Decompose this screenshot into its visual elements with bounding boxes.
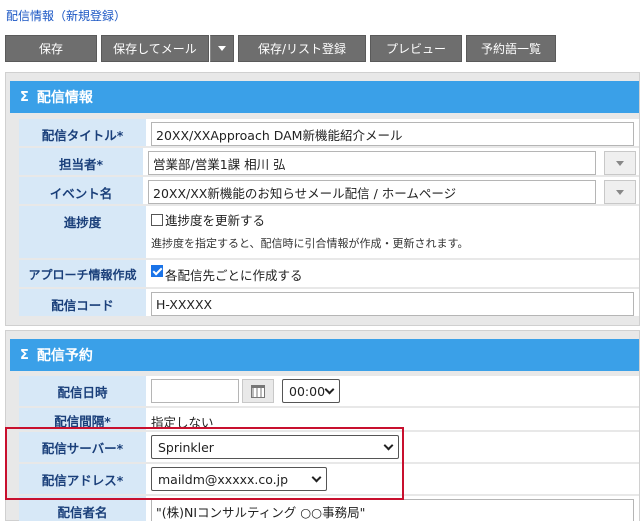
- delivery-info-title: 配信情報: [36, 90, 93, 106]
- highlight-frame: [5, 427, 404, 500]
- save-mail-dropdown-button[interactable]: [210, 35, 234, 62]
- preview-button[interactable]: プレビュー: [370, 35, 462, 62]
- reserved-words-button[interactable]: 予約語一覧: [466, 35, 556, 62]
- chevron-down-icon: [616, 189, 624, 195]
- date-input[interactable]: [151, 379, 239, 403]
- title-label: 配信タイトル*: [19, 119, 148, 146]
- save-list-button[interactable]: 保存/リスト登録: [238, 35, 366, 62]
- approach-checkbox-label: 各配信先ごとに作成する: [165, 268, 303, 283]
- progress-checkbox-row[interactable]: 進捗度を更新する: [151, 210, 265, 229]
- progress-note: 進捗度を指定すると、配信時に引合情報が作成・更新されます。: [151, 237, 469, 250]
- owner-label: 担当者*: [19, 148, 145, 175]
- progress-checkbox-label: 進捗度を更新する: [165, 213, 266, 228]
- toolbar: 保存 保存してメール 保存/リスト登録 プレビュー 予約語一覧: [5, 35, 556, 62]
- owner-field[interactable]: 営業部/営業1課 相川 弘: [148, 151, 596, 175]
- chevron-down-icon: [616, 160, 624, 166]
- page-title: 配信情報（新規登録）: [6, 9, 127, 23]
- delivery-info-header[interactable]: Σ 配信情報: [10, 81, 639, 113]
- delivery-schedule-title: 配信予約: [36, 348, 93, 364]
- delivery-info-form: 配信タイトル* 20XX/XXApproach DAM新機能紹介メール 担当者*…: [19, 119, 639, 318]
- title-field[interactable]: 20XX/XXApproach DAM新機能紹介メール: [151, 122, 634, 146]
- progress-label: 進捗度: [19, 206, 148, 258]
- code-label: 配信コード: [19, 289, 148, 316]
- save-button[interactable]: 保存: [5, 35, 97, 62]
- sender-field[interactable]: "(株)NIコンサルティング ○○事務局": [151, 499, 634, 521]
- event-label: イベント名: [19, 177, 145, 204]
- collapse-icon[interactable]: Σ: [20, 90, 29, 105]
- delivery-info-panel: Σ 配信情報 配信タイトル* 20XX/XXApproach DAM新機能紹介メ…: [5, 72, 640, 326]
- save-and-mail-button[interactable]: 保存してメール: [101, 35, 209, 62]
- delivery-schedule-header[interactable]: Σ 配信予約: [10, 339, 639, 371]
- owner-dropdown-button[interactable]: [604, 151, 636, 175]
- time-select[interactable]: 00:00: [282, 379, 340, 403]
- caret-down-icon: [218, 46, 226, 51]
- collapse-icon[interactable]: Σ: [20, 348, 29, 363]
- calendar-button[interactable]: [242, 379, 274, 403]
- code-field[interactable]: H-XXXXX: [151, 292, 634, 316]
- event-dropdown-button[interactable]: [604, 180, 636, 204]
- chevron-down-icon: [324, 384, 335, 394]
- event-field[interactable]: 20XX/XX新機能のお知らせメール配信 / ホームページ: [148, 180, 596, 204]
- progress-checkbox[interactable]: [151, 214, 163, 226]
- datetime-label: 配信日時: [19, 376, 148, 406]
- calendar-icon: [251, 384, 265, 398]
- approach-label: アプローチ情報作成: [19, 260, 148, 287]
- time-select-value: 00:00: [289, 383, 326, 399]
- approach-checkbox[interactable]: [151, 265, 163, 277]
